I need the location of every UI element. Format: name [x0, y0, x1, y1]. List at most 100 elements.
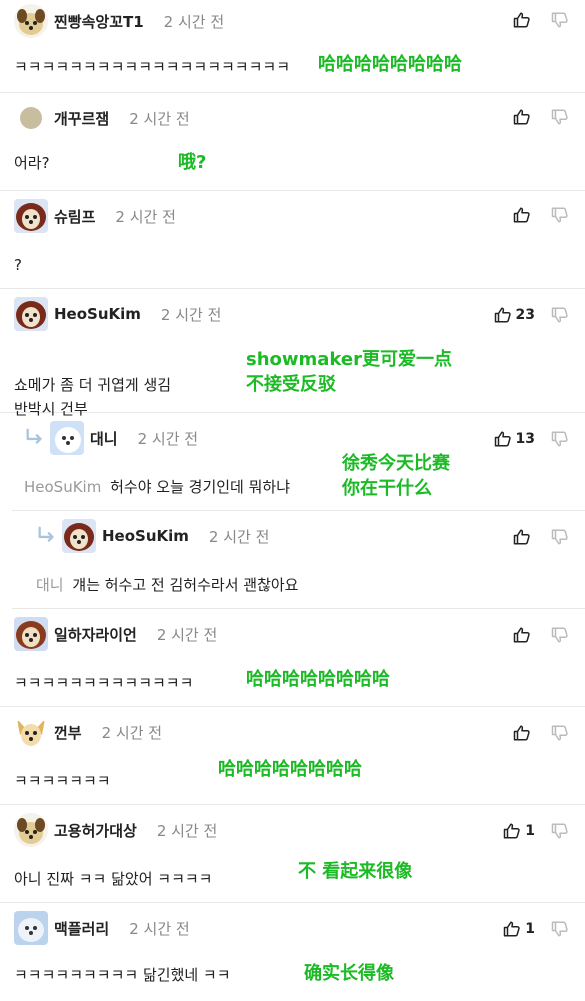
comment-header: 찐빵속앙꼬T1 2 시간 전: [14, 4, 224, 38]
translation-annotation: showmaker更可爱一点 不接受反驳: [246, 349, 452, 395]
timestamp: 2 시간 전: [208, 527, 270, 546]
avatar[interactable]: [14, 199, 48, 233]
comment-text: HeoSuKim 허수야 오늘 경기인데 뭐하냐: [24, 475, 290, 499]
comment-body: 어라?: [14, 154, 50, 172]
thumbs-up-icon: [503, 822, 521, 840]
comment-text: ㅋㅋㅋㅋㅋㅋㅋㅋㅋㅋㅋㅋㅋㅋㅋㅋㅋㅋㅋㅋ: [14, 55, 290, 79]
like-count: 1: [525, 823, 535, 839]
thumbs-down-icon: [551, 626, 569, 644]
reply-item: HeoSuKim 2 시간 전 대니 걔는 허수고 전 김허수라서 괜찮아요: [12, 511, 585, 609]
thumbs-up-icon: [494, 430, 512, 448]
comment-body: 허수야 오늘 경기인데 뭐하냐: [110, 478, 291, 496]
comment-header: 껀부 2 시간 전: [14, 715, 162, 749]
like-button[interactable]: 1: [503, 920, 535, 938]
thumbs-up-icon: [513, 206, 531, 224]
comment-body: ㅋㅋㅋㅋㅋㅋㅋㅋㅋㅋㅋㅋㅋ: [14, 674, 194, 692]
thumbs-down-icon: [551, 306, 569, 324]
dislike-button[interactable]: [551, 206, 569, 224]
author-name[interactable]: HeoSuKim: [102, 527, 189, 545]
like-count: 23: [515, 307, 535, 323]
thumbs-up-icon: [503, 920, 521, 938]
avatar[interactable]: [20, 107, 42, 129]
avatar[interactable]: [62, 519, 96, 553]
thumbs-down-icon: [551, 430, 569, 448]
like-button[interactable]: [513, 528, 535, 546]
comment-body: ㅋㅋㅋㅋㅋㅋㅋㅋㅋㅋㅋㅋㅋㅋㅋㅋㅋㅋㅋㅋ: [14, 58, 291, 76]
like-count: 1: [525, 921, 535, 937]
dislike-button[interactable]: [551, 528, 569, 546]
thumbs-down-icon: [551, 920, 569, 938]
thumbs-down-icon: [551, 528, 569, 546]
author-name[interactable]: 개꾸르잼: [54, 108, 109, 129]
dislike-button[interactable]: [551, 11, 569, 29]
timestamp: 2 시간 전: [115, 207, 176, 226]
comment-item: 고용허가대상 2 시간 전 1 아니 진짜 ㅋㅋ 닮았어 ㅋㅋㅋㅋ 不 看起来很…: [0, 805, 585, 903]
thumbs-down-icon: [551, 822, 569, 840]
comment-text: 아니 진짜 ㅋㅋ 닮았어 ㅋㅋㅋㅋ: [14, 867, 212, 891]
dislike-button[interactable]: [551, 430, 569, 448]
author-name[interactable]: 대니: [90, 428, 118, 449]
dislike-button[interactable]: [551, 626, 569, 644]
like-button[interactable]: [513, 626, 535, 644]
like-button[interactable]: [513, 724, 535, 742]
thumbs-up-icon: [513, 108, 531, 126]
comment-item: 일하자라이언 2 시간 전 ㅋㅋㅋㅋㅋㅋㅋㅋㅋㅋㅋㅋㅋ 哈哈哈哈哈哈哈哈: [0, 609, 585, 707]
mention-link[interactable]: HeoSuKim: [24, 478, 101, 496]
author-name[interactable]: 고용허가대상: [54, 820, 137, 841]
author-name[interactable]: 슈림프: [54, 206, 95, 227]
timestamp: 2 시간 전: [129, 919, 190, 938]
author-name[interactable]: HeoSuKim: [54, 305, 141, 323]
avatar[interactable]: [14, 813, 48, 847]
comment-text: ㅋㅋㅋㅋㅋㅋㅋ: [14, 769, 111, 793]
thumbs-down-icon: [551, 724, 569, 742]
reply-arrow-icon: [36, 525, 58, 547]
like-button[interactable]: 1: [503, 822, 535, 840]
thumbs-down-icon: [551, 11, 569, 29]
translation-annotation: 哦?: [178, 152, 207, 173]
like-button[interactable]: [513, 206, 535, 224]
reply-arrow-icon: [24, 427, 46, 449]
comment-body: ?: [14, 256, 22, 274]
timestamp: 2 시간 전: [156, 625, 218, 644]
avatar[interactable]: [14, 4, 48, 38]
avatar[interactable]: [14, 715, 48, 749]
dislike-button[interactable]: [551, 920, 569, 938]
translation-annotation: 确实长得像: [304, 963, 394, 984]
comment-header: 맥플러리 2 시간 전: [14, 911, 190, 945]
dislike-button[interactable]: [551, 108, 569, 126]
like-button[interactable]: [513, 108, 535, 126]
comment-header: HeoSuKim 2 시간 전: [14, 297, 222, 331]
timestamp: 2 시간 전: [160, 305, 222, 324]
timestamp: 2 시간 전: [156, 821, 218, 840]
comment-header: 대니 2 시간 전: [24, 421, 198, 455]
author-name[interactable]: 껀부: [54, 722, 82, 743]
comment-body: 걔는 허수고 전 김허수라서 괜찮아요: [72, 576, 299, 594]
author-name[interactable]: 일하자라이언: [54, 624, 137, 645]
like-button[interactable]: 23: [494, 306, 535, 324]
comment-text: ㅋㅋㅋㅋㅋㅋㅋㅋㅋ 닮긴했네 ㅋㅋ: [14, 963, 231, 987]
mention-link[interactable]: 대니: [36, 576, 64, 594]
comment-body: 쇼메가 좀 더 귀엽게 생김 반박시 건부: [14, 376, 172, 418]
like-count: 13: [515, 431, 535, 447]
author-name[interactable]: 찐빵속앙꼬T1: [54, 11, 144, 32]
comment-header: 고용허가대상 2 시간 전: [14, 813, 218, 847]
comment-item: 찐빵속앙꼬T1 2 시간 전 ㅋㅋㅋㅋㅋㅋㅋㅋㅋㅋㅋㅋㅋㅋㅋㅋㅋㅋㅋㅋ 哈哈哈哈…: [0, 0, 585, 93]
comment-body: 아니 진짜 ㅋㅋ 닮았어 ㅋㅋㅋㅋ: [14, 870, 213, 888]
comment-header: 일하자라이언 2 시간 전: [14, 617, 218, 651]
author-name[interactable]: 맥플러리: [54, 918, 109, 939]
dislike-button[interactable]: [551, 822, 569, 840]
like-button[interactable]: [513, 11, 535, 29]
avatar[interactable]: [14, 617, 48, 651]
avatar[interactable]: [50, 421, 84, 455]
comment-item: 슈림프 2 시간 전 ?: [0, 191, 585, 289]
translation-annotation: 哈哈哈哈哈哈哈哈: [246, 669, 390, 690]
comment-header: 개꾸르잼 2 시간 전: [20, 103, 190, 133]
dislike-button[interactable]: [551, 306, 569, 324]
like-button[interactable]: 13: [494, 430, 535, 448]
thumbs-up-icon: [513, 528, 531, 546]
avatar[interactable]: [14, 297, 48, 331]
comment-item: 맥플러리 2 시간 전 1 ㅋㅋㅋㅋㅋㅋㅋㅋㅋ 닮긴했네 ㅋㅋ 确实长得像: [0, 903, 585, 1001]
thumbs-up-icon: [494, 306, 512, 324]
dislike-button[interactable]: [551, 724, 569, 742]
avatar[interactable]: [14, 911, 48, 945]
